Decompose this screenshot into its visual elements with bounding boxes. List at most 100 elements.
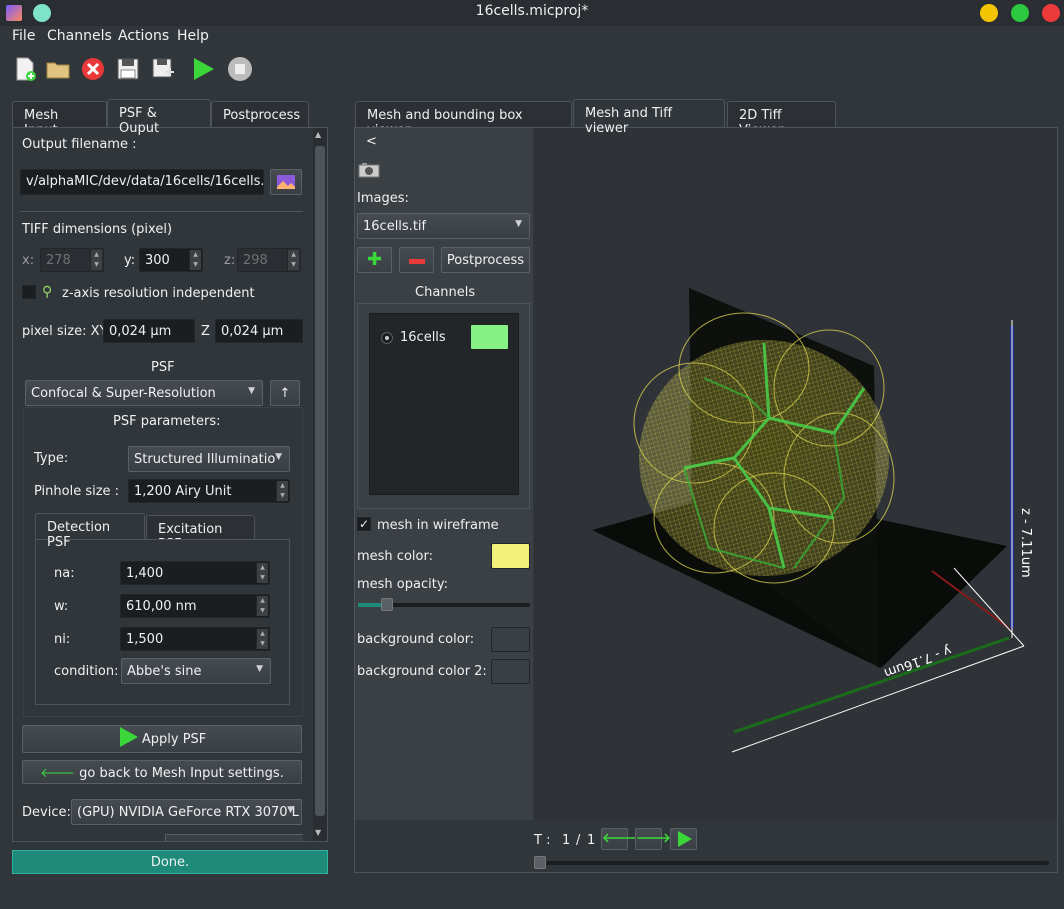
tab-2d-tiff-viewer[interactable]: 2D Tiff Viewer	[727, 101, 836, 138]
tab-psf-output[interactable]: PSF & Ouput	[107, 99, 211, 136]
tab-mesh-tiff-viewer[interactable]: Mesh and Tiff viewer	[573, 99, 725, 136]
ni-input[interactable]: 1,500 ▲ ▼	[120, 627, 270, 651]
3d-render: z - 7.11um y - 7.16um	[592, 288, 1033, 753]
close-icon[interactable]	[80, 56, 106, 82]
pixel-size-z-input[interactable]: 0,024 µm	[215, 319, 303, 343]
background-color-swatch[interactable]	[491, 627, 530, 652]
menu-actions[interactable]: Actions	[118, 28, 169, 44]
tab-excitation-psf[interactable]: Excitation PSF	[146, 515, 255, 552]
background-color-2-swatch[interactable]	[491, 659, 530, 684]
psf-mode-select[interactable]: Confocal & Super-Resolution ▼	[25, 380, 263, 406]
run-icon[interactable]	[190, 56, 216, 82]
tab-mesh-bounding-box-viewer[interactable]: Mesh and bounding box viewer	[355, 101, 572, 138]
new-file-icon[interactable]	[12, 56, 38, 82]
psf-up-button[interactable]: ↑	[270, 380, 300, 406]
tab-mesh-input[interactable]: Mesh Input	[12, 101, 107, 138]
psf-parameters-label: PSF parameters:	[113, 414, 221, 429]
output-filename-field[interactable]: v/alphaMIC/dev/data/16cells/16cells.tif	[20, 169, 264, 195]
back-to-mesh-button[interactable]: 🡐 go back to Mesh Input settings.	[22, 760, 302, 784]
time-handle[interactable]	[534, 856, 546, 869]
psf-section-label: PSF	[151, 360, 175, 375]
add-image-button[interactable]: ✚	[357, 247, 392, 273]
time-total: 1	[587, 833, 596, 848]
x-dimension-input[interactable]: 278 ▲ ▼	[40, 248, 104, 272]
x-label: x:	[22, 253, 35, 268]
time-current: 1	[562, 833, 571, 848]
toolbar	[0, 50, 1064, 88]
opacity-slider[interactable]	[358, 598, 530, 611]
scroll-down-arrow[interactable]: ▼	[315, 828, 321, 837]
condition-select[interactable]: Abbe's sine ▼	[121, 658, 271, 684]
done-button[interactable]: Done.	[12, 850, 328, 874]
left-arrow-icon: 🡐	[602, 831, 637, 846]
left-scrollbar[interactable]: ▲ ▼	[313, 128, 327, 841]
background-color-2-label: background color 2:	[357, 664, 487, 679]
y-dimension-input[interactable]: 300 ▲ ▼	[139, 248, 203, 272]
title-bar: 16cells.micproj*	[0, 0, 1064, 26]
menu-help[interactable]: Help	[177, 28, 209, 44]
pinhole-size-input[interactable]: 1,200 Airy Unit ▲ ▼	[128, 479, 290, 503]
collapse-button[interactable]: <	[366, 134, 377, 149]
3d-viewport[interactable]: z - 7.11um y - 7.16um	[534, 128, 1057, 820]
right-arrow-icon: 🡒	[636, 831, 671, 846]
channels-label: Channels	[415, 285, 476, 300]
image-icon	[277, 175, 295, 189]
apply-psf-button[interactable]: Apply PSF	[22, 725, 302, 753]
pixel-size-xy-input[interactable]: 0,024 µm	[103, 319, 195, 343]
plus-icon: ✚	[366, 249, 383, 270]
device-select[interactable]: (GPU) NVIDIA GeForce RTX 3070 L ▼	[71, 799, 302, 825]
postprocess-button[interactable]: Postprocess	[441, 247, 530, 273]
back-arrow-icon: 🡐	[40, 766, 76, 781]
open-folder-icon[interactable]	[45, 56, 71, 82]
mesh-color-label: mesh color:	[357, 549, 433, 564]
link-icon: ⚲	[42, 284, 53, 300]
w-input[interactable]: 610,00 nm ▲ ▼	[120, 594, 270, 618]
scroll-up-arrow[interactable]: ▲	[315, 130, 321, 139]
scroll-thumb[interactable]	[315, 146, 325, 816]
minus-icon	[408, 259, 425, 264]
opacity-handle[interactable]	[381, 598, 393, 611]
device-label: Device:	[22, 805, 71, 820]
wireframe-checkbox[interactable]: ✓	[357, 517, 371, 531]
channel-color-swatch[interactable]	[470, 324, 509, 350]
next-frame-button[interactable]: 🡒	[635, 828, 671, 850]
save-as-icon[interactable]	[150, 56, 176, 82]
ni-label: ni:	[54, 632, 71, 647]
image-select[interactable]: 16cells.tif ▼	[357, 213, 530, 239]
mesh-color-swatch[interactable]	[491, 543, 530, 569]
z-resolution-label: z-axis resolution independent	[62, 286, 255, 301]
menu-file[interactable]: File	[12, 28, 35, 44]
na-label: na:	[54, 566, 75, 581]
camera-icon[interactable]	[358, 162, 380, 178]
time-label: T :	[534, 833, 551, 848]
tab-postprocess[interactable]: Postprocess	[211, 101, 309, 127]
channel-name: 16cells	[400, 330, 446, 345]
stop-icon[interactable]	[227, 56, 253, 82]
clipped-row	[20, 834, 303, 841]
time-slider[interactable]	[534, 856, 1049, 869]
psf-type-select[interactable]: Structured Illuminatio ▼	[128, 446, 290, 472]
channel-radio[interactable]	[381, 332, 393, 344]
play-icon	[677, 831, 692, 847]
separator	[20, 211, 303, 212]
menu-channels[interactable]: Channels	[47, 28, 112, 44]
y-label: y:	[124, 253, 136, 268]
maximize-button[interactable]	[1011, 4, 1029, 22]
na-input[interactable]: 1,400 ▲ ▼	[120, 561, 270, 585]
browse-output-button[interactable]	[270, 169, 302, 195]
z-dimension-input[interactable]: 298 ▲ ▼	[237, 248, 301, 272]
z-resolution-checkbox[interactable]	[22, 285, 36, 299]
z-axis-text: z - 7.11um	[1018, 508, 1033, 578]
play-button[interactable]	[670, 828, 697, 850]
time-separator: /	[576, 833, 581, 848]
back-label: go back to Mesh Input settings.	[79, 766, 284, 781]
remove-image-button[interactable]	[399, 247, 434, 273]
minimize-button[interactable]	[980, 4, 998, 22]
pixel-size-z-label: Z	[201, 324, 210, 339]
prev-frame-button[interactable]: 🡐	[601, 828, 637, 850]
menu-bar: File Channels Actions Help	[0, 26, 1064, 48]
close-window-button[interactable]	[1042, 4, 1060, 22]
save-icon[interactable]	[115, 56, 141, 82]
tab-detection-psf[interactable]: Detection PSF	[35, 513, 145, 550]
wireframe-label: mesh in wireframe	[377, 518, 499, 533]
